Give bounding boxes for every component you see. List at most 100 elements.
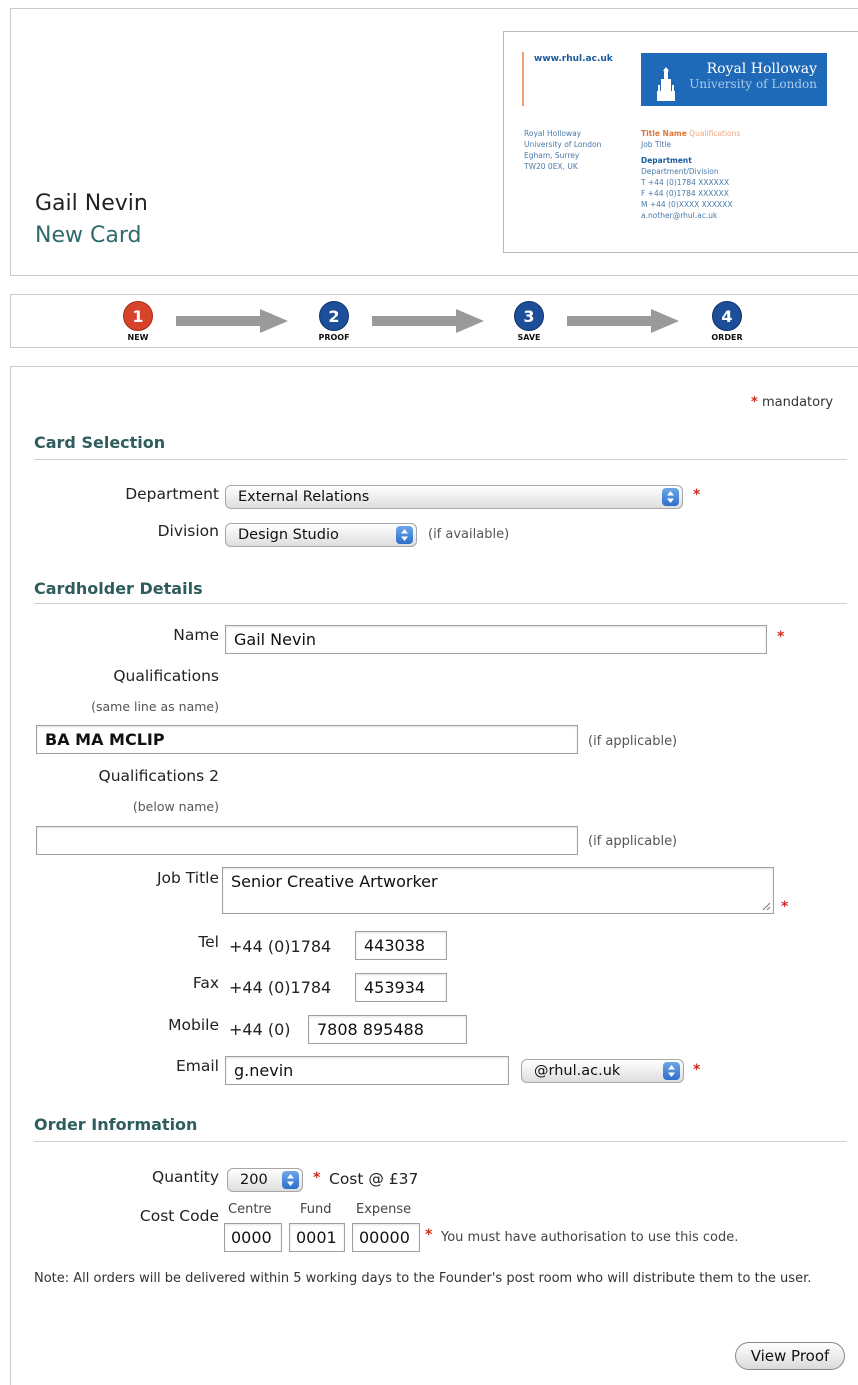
division-hint: (if available) xyxy=(428,527,510,542)
university-logo: Royal Holloway University of London xyxy=(641,53,827,106)
card-division: Department/Division xyxy=(641,167,719,176)
step-order: 4 ORDER xyxy=(697,301,757,342)
job-title-label: Job Title xyxy=(156,869,219,887)
required-marker: * xyxy=(693,1062,701,1078)
select-arrows-icon xyxy=(663,1062,680,1080)
email-label: Email xyxy=(175,1057,219,1075)
tel-label: Tel xyxy=(198,933,219,951)
cardholder-name-heading: Gail Nevin xyxy=(35,191,148,216)
step-save: 3 SAVE xyxy=(499,301,559,342)
department-select[interactable]: External Relations xyxy=(225,485,683,509)
cost-expense-input[interactable]: 00000 xyxy=(352,1223,420,1252)
tel-prefix: +44 (0)1784 xyxy=(229,937,332,956)
step-label: PROOF xyxy=(318,333,350,342)
card-address: Royal Holloway University of London Egha… xyxy=(524,128,601,172)
qualifications-hint: (if applicable) xyxy=(588,734,678,749)
qualifications-subhint: (same line as name) xyxy=(91,699,219,714)
card-fax: F +44 (0)1784 XXXXXX xyxy=(641,189,729,198)
step-number: 1 xyxy=(123,301,153,331)
step-proof: 2 PROOF xyxy=(304,301,364,342)
name-label: Name xyxy=(173,626,219,644)
delivery-note: Note: All orders will be delivered withi… xyxy=(34,1271,812,1286)
email-domain-select[interactable]: @rhul.ac.uk xyxy=(521,1059,684,1083)
job-title-value: Senior Creative Artworker xyxy=(231,872,438,891)
card-mobile: M +44 (0)XXXX XXXXXX xyxy=(641,200,733,209)
arrow-right-icon xyxy=(176,309,288,333)
section-divider xyxy=(34,1141,847,1142)
order-form: * mandatory Card Selection Department Ex… xyxy=(10,366,858,1385)
section-title-card-selection: Card Selection xyxy=(34,433,166,452)
required-marker: * xyxy=(751,395,758,410)
arrow-right-icon xyxy=(567,309,679,333)
job-title-textarea[interactable]: Senior Creative Artworker xyxy=(222,867,774,914)
fax-prefix: +44 (0)1784 xyxy=(229,978,332,997)
cost-fund-input[interactable]: 0001 xyxy=(289,1223,345,1252)
business-card-preview: www.rhul.ac.uk Royal Holloway University… xyxy=(503,31,858,253)
email-input[interactable]: g.nevin xyxy=(225,1056,509,1085)
required-marker: * xyxy=(777,629,785,645)
department-label: Department xyxy=(125,485,219,503)
mandatory-text: mandatory xyxy=(761,395,834,410)
mobile-input[interactable]: 7808 895488 xyxy=(308,1015,467,1044)
select-arrows-icon xyxy=(282,1171,299,1189)
fund-label: Fund xyxy=(300,1202,332,1217)
quantity-select[interactable]: 200 xyxy=(227,1168,303,1192)
tower-icon xyxy=(657,67,675,101)
step-number: 2 xyxy=(319,301,349,331)
address-line: Royal Holloway xyxy=(524,129,582,138)
section-divider xyxy=(34,459,847,460)
address-line: TW20 0EX, UK xyxy=(524,162,578,171)
resize-grip-icon[interactable] xyxy=(761,901,771,911)
header-panel: Gail Nevin New Card www.rhul.ac.uk Royal… xyxy=(10,8,858,276)
required-marker: * xyxy=(425,1227,433,1243)
cost-centre-input[interactable]: 0000 xyxy=(224,1223,282,1252)
tel-input[interactable]: 443038 xyxy=(355,931,447,960)
centre-label: Centre xyxy=(228,1202,272,1217)
view-proof-button[interactable]: View Proof xyxy=(735,1342,845,1370)
quantity-label: Quantity xyxy=(152,1168,219,1186)
select-arrows-icon xyxy=(662,488,679,506)
step-number: 3 xyxy=(514,301,544,331)
qualifications2-hint: (if applicable) xyxy=(588,834,678,849)
card-title-name: Title Name xyxy=(641,129,687,138)
step-label: SAVE xyxy=(517,333,541,342)
mandatory-legend: * mandatory xyxy=(751,395,833,410)
required-marker: * xyxy=(693,487,701,503)
card-tel: T +44 (0)1784 XXXXXX xyxy=(641,178,730,187)
card-url: www.rhul.ac.uk xyxy=(534,54,613,64)
department-selected-value: External Relations xyxy=(238,489,370,505)
name-input[interactable]: Gail Nevin xyxy=(225,625,767,654)
qualifications-label: Qualifications xyxy=(113,667,219,685)
step-label: NEW xyxy=(127,333,149,342)
qualifications-input[interactable]: BA MA MCLIP xyxy=(36,725,578,754)
expense-label: Expense xyxy=(356,1202,412,1217)
step-label: ORDER xyxy=(711,333,743,342)
cost-code-label: Cost Code xyxy=(139,1207,219,1225)
logo-line2: University of London xyxy=(689,77,817,91)
address-line: University of London xyxy=(524,140,602,149)
arrow-right-icon xyxy=(372,309,484,333)
division-label: Division xyxy=(157,522,219,540)
qualifications2-input[interactable] xyxy=(36,826,578,855)
section-title-order: Order Information xyxy=(34,1115,198,1134)
email-domain-value: @rhul.ac.uk xyxy=(534,1063,621,1079)
card-accent-bar xyxy=(522,52,524,106)
division-select[interactable]: Design Studio xyxy=(225,523,417,547)
card-contact-block: Title Name Qualifications Job Title Depa… xyxy=(641,128,740,221)
card-email: a.nother@rhul.ac.uk xyxy=(641,211,718,220)
quantity-value: 200 xyxy=(240,1172,268,1188)
address-line: Egham, Surrey xyxy=(524,151,580,160)
step-number: 4 xyxy=(712,301,742,331)
select-arrows-icon xyxy=(396,526,413,544)
mobile-label: Mobile xyxy=(168,1016,219,1034)
fax-input[interactable]: 453934 xyxy=(355,973,447,1002)
cost-text: Cost @ £37 xyxy=(329,1170,419,1188)
mobile-prefix: +44 (0) xyxy=(229,1020,291,1039)
card-job-title: Job Title xyxy=(641,140,672,149)
card-status-heading: New Card xyxy=(35,223,142,248)
division-selected-value: Design Studio xyxy=(238,527,339,543)
qualifications2-label: Qualifications 2 xyxy=(98,767,219,785)
logo-line1: Royal Holloway xyxy=(706,61,817,77)
required-marker: * xyxy=(313,1170,321,1186)
progress-steps: 1 NEW 2 PROOF 3 SAVE 4 ORDER xyxy=(10,294,858,348)
